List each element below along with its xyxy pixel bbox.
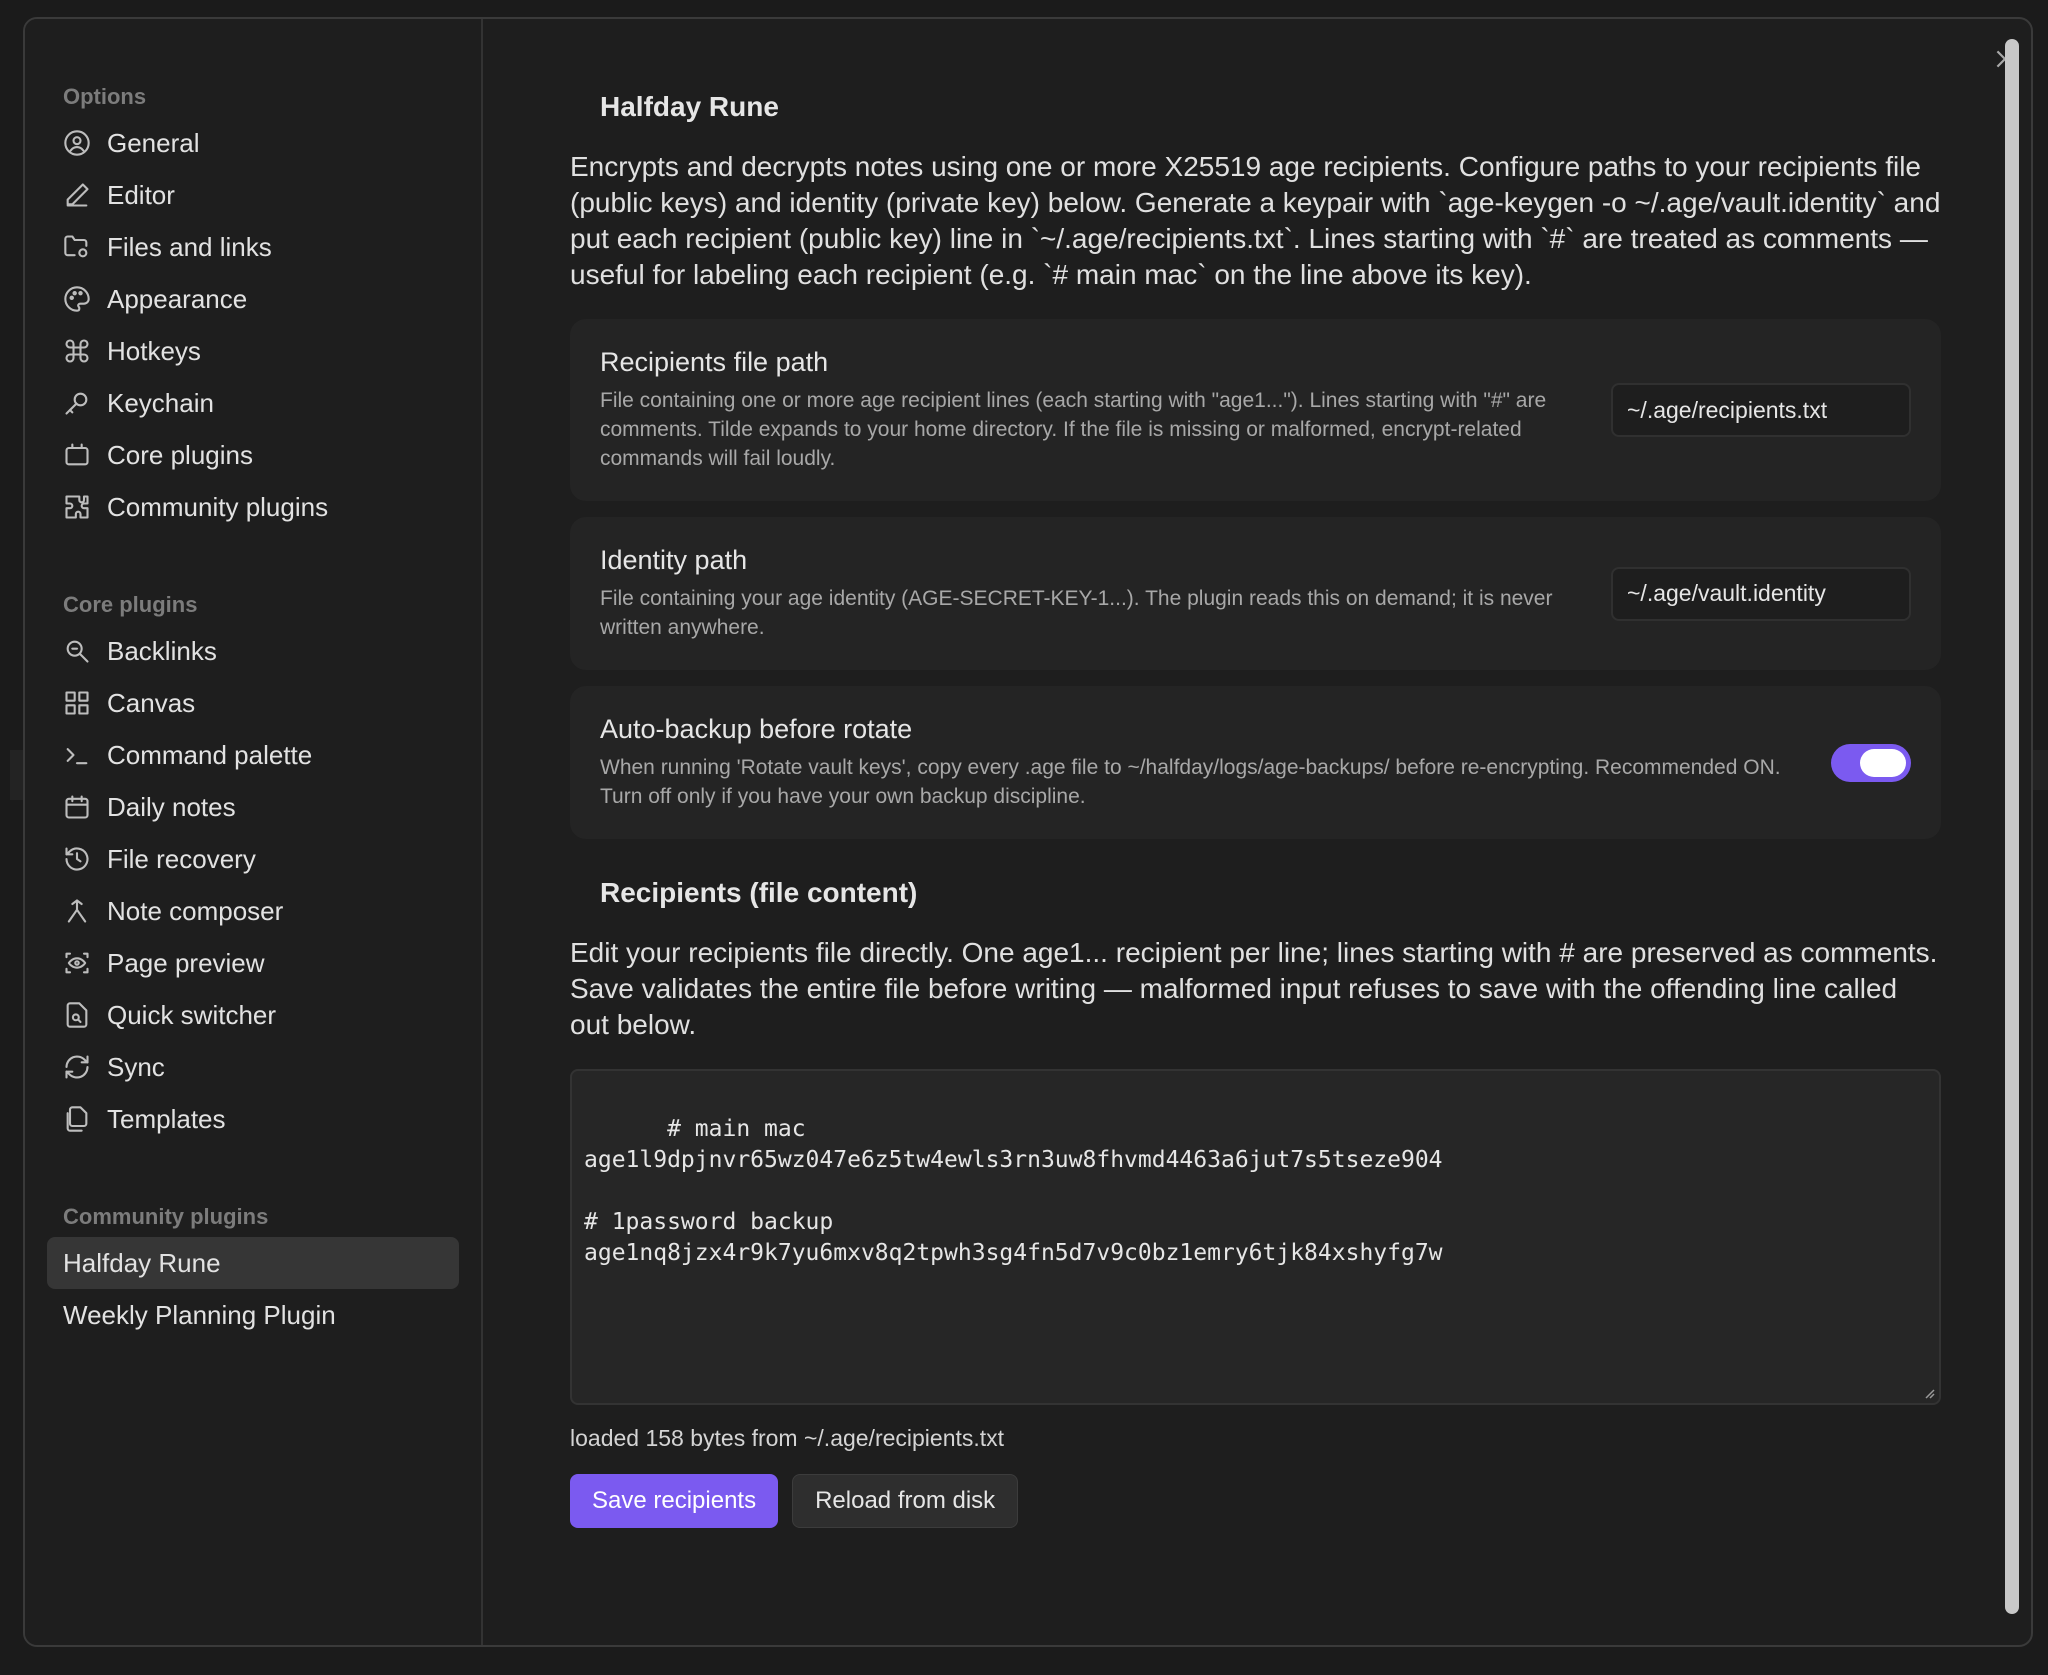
setting-info: Auto-backup before rotate When running '… [600,714,1831,811]
command-icon [63,337,91,365]
sidebar-item-weekly-planning-plugin[interactable]: Weekly Planning Plugin [47,1289,459,1341]
settings-content: Halfday Rune Encrypts and decrypts notes… [483,19,2031,1645]
sidebar-item-label: Appearance [107,283,248,314]
sidebar-item-label: File recovery [107,843,256,874]
sidebar-item-daily-notes[interactable]: Daily notes [47,781,459,833]
refresh-icon [63,1053,91,1081]
sidebar-item-appearance[interactable]: Appearance [47,273,459,325]
sidebar-item-backlinks[interactable]: Backlinks [47,625,459,677]
user-circle-icon [63,129,91,157]
recipients-section-description: Edit your recipients file directly. One … [570,937,1946,1040]
sidebar-item-page-preview[interactable]: Page preview [47,937,459,989]
plug-box-icon [63,441,91,469]
settings-sidebar: Options General Editor Files and links A… [25,19,483,1645]
action-buttons: Save recipients Reload from disk [570,1474,1941,1528]
terminal-icon [63,741,91,769]
history-icon [63,845,91,873]
sidebar-item-file-recovery[interactable]: File recovery [47,833,459,885]
sidebar-item-command-palette[interactable]: Command palette [47,729,459,781]
sidebar-item-quick-switcher[interactable]: Quick switcher [47,989,459,1041]
recipients-textarea[interactable]: # main mac age1l9dpjnvr65wz047e6z5tw4ewl… [570,1069,1941,1405]
plugin-description: Encrypts and decrypts notes using one or… [570,151,1949,290]
sidebar-item-keychain[interactable]: Keychain [47,377,459,429]
sidebar-item-label: Page preview [107,947,265,978]
sidebar-item-label: Core plugins [107,439,253,470]
setting-name: Auto-backup before rotate [600,714,913,744]
eye-scan-icon [63,949,91,977]
setting-auto-backup: Auto-backup before rotate When running '… [570,686,1941,839]
recipients-section-title: Recipients (file content) [600,877,918,908]
scrollbar[interactable] [2005,39,2019,1614]
sidebar-item-templates[interactable]: Templates [47,1093,459,1145]
backlinks-icon [63,637,91,665]
setting-description: File containing your age identity (AGE-S… [600,587,1553,639]
sidebar-item-halfday-rune[interactable]: Halfday Rune [47,1237,459,1289]
save-recipients-button[interactable]: Save recipients [570,1474,779,1528]
sidebar-item-label: Quick switcher [107,999,277,1030]
sidebar-item-hotkeys[interactable]: Hotkeys [47,325,459,377]
puzzle-icon [63,493,91,521]
sidebar-group-options-title: Options [63,84,147,109]
sidebar-item-files-and-links[interactable]: Files and links [47,221,459,273]
setting-identity-path: Identity path File containing your age i… [570,517,1941,670]
setting-info: Identity path File containing your age i… [600,545,1611,642]
sidebar-group-community-plugins-title: Community plugins [63,1204,269,1229]
sidebar-item-label: Community plugins [107,491,329,522]
sidebar-item-label: Weekly Planning Plugin [63,1299,336,1330]
backdrop-right [2033,750,2048,790]
resize-grip-icon[interactable] [1921,1385,1935,1399]
sidebar-item-label: Editor [107,179,175,210]
toggle-knob [1860,748,1906,777]
setting-description: File containing one or more age recipien… [600,389,1547,470]
sidebar-item-label: General [107,127,200,158]
pencil-icon [63,181,91,209]
setting-recipients-path: Recipients file path File containing one… [570,319,1941,501]
load-status: loaded 158 bytes from ~/.age/recipients.… [570,1425,1005,1451]
recipients-path-input[interactable] [1611,383,1911,437]
identity-path-input[interactable] [1611,566,1911,621]
sidebar-item-label: Note composer [107,895,284,926]
setting-name: Recipients file path [600,347,829,377]
sidebar-group-core-plugins-title: Core plugins [63,592,198,617]
folder-cog-icon [63,233,91,261]
reload-from-disk-button[interactable]: Reload from disk [792,1474,1019,1528]
backdrop-left [10,750,23,800]
setting-description: When running 'Rotate vault keys', copy e… [600,756,1781,808]
sidebar-item-label: Canvas [107,687,196,718]
sidebar-item-label: Sync [107,1051,165,1082]
sidebar-item-sync[interactable]: Sync [47,1041,459,1093]
palette-icon [63,285,91,313]
sidebar-item-editor[interactable]: Editor [47,169,459,221]
auto-backup-toggle[interactable] [1831,743,1911,782]
sidebar-item-label: Files and links [107,231,272,262]
sidebar-item-note-composer[interactable]: Note composer [47,885,459,937]
recipients-textarea-content: # main mac age1l9dpjnvr65wz047e6z5tw4ewl… [584,1116,1443,1266]
page-title: Halfday Rune [600,91,779,122]
sidebar-item-general[interactable]: General [47,117,459,169]
sidebar-item-community-plugins[interactable]: Community plugins [47,481,459,533]
sidebar-item-label: Keychain [107,387,214,418]
key-icon [63,389,91,417]
sidebar-item-label: Daily notes [107,791,236,822]
files-icon [63,1105,91,1133]
calendar-icon [63,793,91,821]
settings-modal: Options General Editor Files and links A… [23,17,2033,1647]
merge-icon [63,897,91,925]
sidebar-item-label: Templates [107,1103,226,1134]
grid-icon [63,689,91,717]
sidebar-item-label: Command palette [107,739,313,770]
setting-name: Identity path [600,545,748,575]
file-search-icon [63,1001,91,1029]
sidebar-item-label: Hotkeys [107,335,201,366]
sidebar-item-label: Backlinks [107,635,217,666]
sidebar-item-canvas[interactable]: Canvas [47,677,459,729]
setting-info: Recipients file path File containing one… [600,347,1611,473]
sidebar-item-core-plugins[interactable]: Core plugins [47,429,459,481]
sidebar-item-label: Halfday Rune [63,1247,221,1278]
